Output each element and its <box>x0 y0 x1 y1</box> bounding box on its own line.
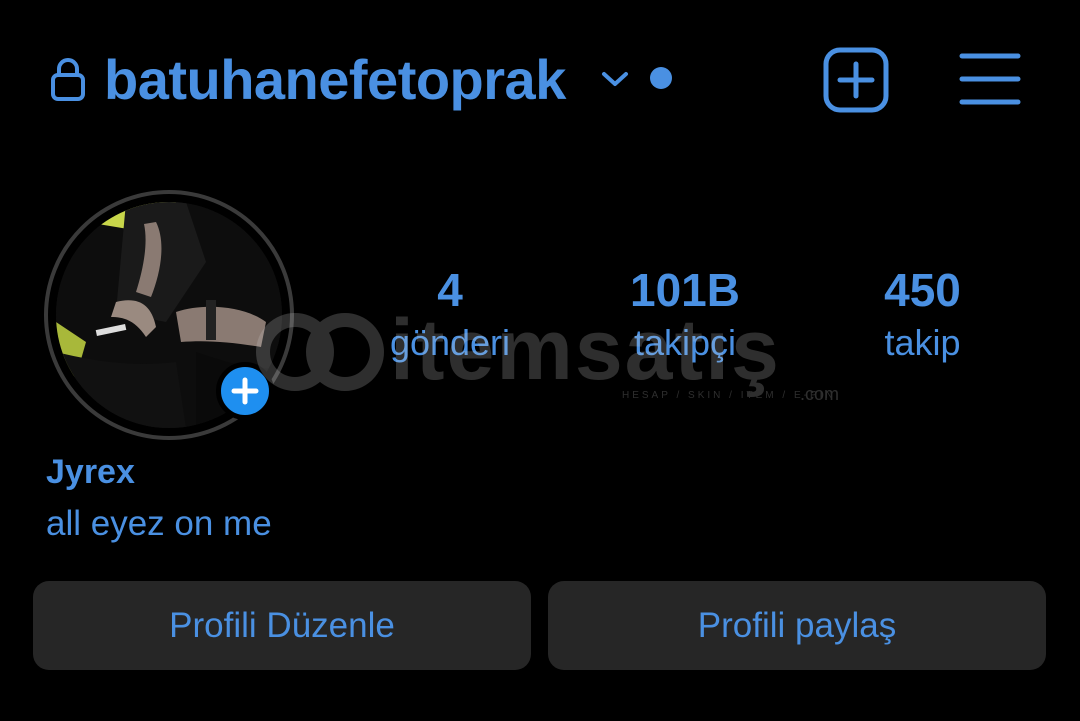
notification-dot-icon <box>650 67 672 89</box>
following-label: takip <box>884 322 961 363</box>
account-username[interactable]: batuhanefetoprak <box>104 46 566 114</box>
profile-screen: batuhanefetoprak 4 gönderi 101B takipçi … <box>0 0 1080 721</box>
stat-followers[interactable]: 101B takipçi <box>600 262 770 368</box>
watermark: itemsatış HESAP / SKIN / ITEM / E-PIN .c… <box>230 300 870 420</box>
chevron-down-icon[interactable] <box>600 68 630 90</box>
watermark-domain: .com <box>800 384 840 404</box>
posts-count: 4 <box>437 264 463 316</box>
share-profile-button[interactable]: Profili paylaş <box>548 581 1046 670</box>
lock-icon <box>51 58 85 101</box>
plus-icon <box>231 377 259 405</box>
add-story-button[interactable] <box>216 362 274 420</box>
stat-posts[interactable]: 4 gönderi <box>370 262 530 368</box>
posts-label: gönderi <box>389 322 511 363</box>
watermark-tagline: HESAP / SKIN / ITEM / E-PIN <box>622 390 836 401</box>
stat-following[interactable]: 450 takip <box>850 262 995 368</box>
bio-text: all eyez on me <box>46 504 272 543</box>
hamburger-menu-icon[interactable] <box>958 50 1022 108</box>
followers-label: takipçi <box>633 322 737 363</box>
display-name: Jyrex <box>46 453 135 491</box>
followers-count: 101B <box>630 264 740 316</box>
new-post-button[interactable] <box>822 46 890 114</box>
following-count: 450 <box>884 264 961 316</box>
profile-header: batuhanefetoprak <box>0 0 1080 160</box>
edit-profile-button[interactable]: Profili Düzenle <box>33 581 531 670</box>
